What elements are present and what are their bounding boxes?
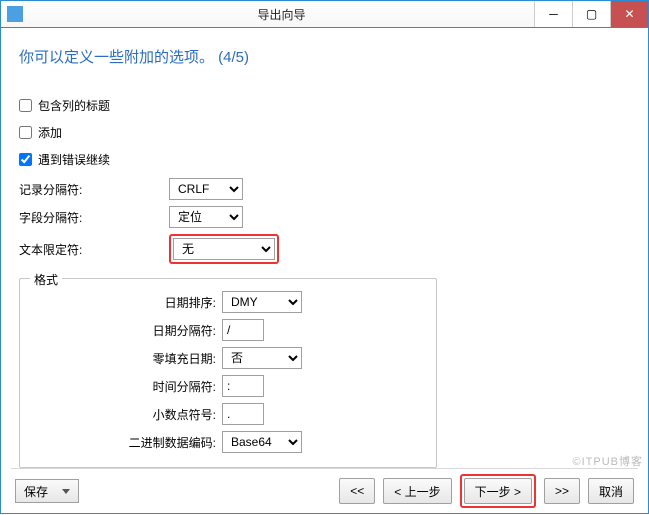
binary-enc-select[interactable]: Base64 <box>222 431 302 453</box>
close-button[interactable]: ✕ <box>610 1 648 27</box>
title-bar: 导出向导 ─ ▢ ✕ <box>0 0 649 28</box>
date-sep-label: 日期分隔符: <box>28 322 222 339</box>
field-separator-select[interactable]: 定位 <box>169 206 243 228</box>
time-sep-input[interactable] <box>222 375 264 397</box>
date-sep-input[interactable] <box>222 319 264 341</box>
zero-pad-label: 零填充日期: <box>28 350 222 367</box>
first-button[interactable]: << <box>339 478 375 504</box>
append-checkbox[interactable] <box>19 126 32 139</box>
decimal-input[interactable] <box>222 403 264 425</box>
record-separator-select[interactable]: CRLF <box>169 178 243 200</box>
row-time-sep: 时间分隔符: <box>28 375 428 397</box>
row-date-order: 日期排序: DMY <box>28 291 428 313</box>
page-heading: 你可以定义一些附加的选项。 (4/5) <box>19 46 630 67</box>
row-zero-pad: 零填充日期: 否 <box>28 347 428 369</box>
row-binary-enc: 二进制数据编码: Base64 <box>28 431 428 453</box>
decimal-label: 小数点符号: <box>28 406 222 423</box>
field-separator-label: 字段分隔符: <box>19 209 169 226</box>
maximize-button[interactable]: ▢ <box>572 1 610 27</box>
row-text-qualifier: 文本限定符: 无 <box>19 234 630 264</box>
date-order-label: 日期排序: <box>28 294 222 311</box>
caret-down-icon <box>62 489 70 494</box>
text-qualifier-highlight: 无 <box>169 234 279 264</box>
include-headers-checkbox[interactable] <box>19 99 32 112</box>
format-fieldset: 格式 日期排序: DMY 日期分隔符: 零填充日期: 否 时间分隔符: <box>19 278 437 468</box>
zero-pad-select[interactable]: 否 <box>222 347 302 369</box>
row-field-separator: 字段分隔符: 定位 <box>19 206 630 228</box>
last-button[interactable]: >> <box>544 478 580 504</box>
continue-on-error-checkbox[interactable] <box>19 153 32 166</box>
app-icon <box>7 6 23 22</box>
content: 你可以定义一些附加的选项。 (4/5) 包含列的标题 添加 遇到错误继续 记录分… <box>1 28 648 468</box>
window-controls: ─ ▢ ✕ <box>534 1 648 27</box>
client-area: 你可以定义一些附加的选项。 (4/5) 包含列的标题 添加 遇到错误继续 记录分… <box>0 28 649 514</box>
include-headers-label: 包含列的标题 <box>38 97 110 114</box>
checkbox-row-continue-on-error: 遇到错误继续 <box>19 151 630 168</box>
minimize-button[interactable]: ─ <box>534 1 572 27</box>
record-separator-label: 记录分隔符: <box>19 181 169 198</box>
time-sep-label: 时间分隔符: <box>28 378 222 395</box>
window-title: 导出向导 <box>29 6 534 23</box>
row-record-separator: 记录分隔符: CRLF <box>19 178 630 200</box>
text-qualifier-label: 文本限定符: <box>19 241 169 258</box>
next-button-highlight: 下一步 > <box>460 474 536 508</box>
row-date-sep: 日期分隔符: <box>28 319 428 341</box>
next-button[interactable]: 下一步 > <box>464 478 532 504</box>
date-order-select[interactable]: DMY <box>222 291 302 313</box>
row-decimal: 小数点符号: <box>28 403 428 425</box>
save-label: 保存 <box>24 483 48 500</box>
checkbox-row-include-headers: 包含列的标题 <box>19 97 630 114</box>
cancel-button[interactable]: 取消 <box>588 478 634 504</box>
prev-button[interactable]: < 上一步 <box>383 478 451 504</box>
format-legend: 格式 <box>30 271 62 288</box>
append-label: 添加 <box>38 124 62 141</box>
save-dropdown[interactable]: 保存 <box>15 479 79 503</box>
binary-enc-label: 二进制数据编码: <box>28 434 222 451</box>
continue-on-error-label: 遇到错误继续 <box>38 151 110 168</box>
text-qualifier-select[interactable]: 无 <box>173 238 275 260</box>
footer: 保存 << < 上一步 下一步 > >> 取消 <box>1 469 648 513</box>
checkbox-row-append: 添加 <box>19 124 630 141</box>
